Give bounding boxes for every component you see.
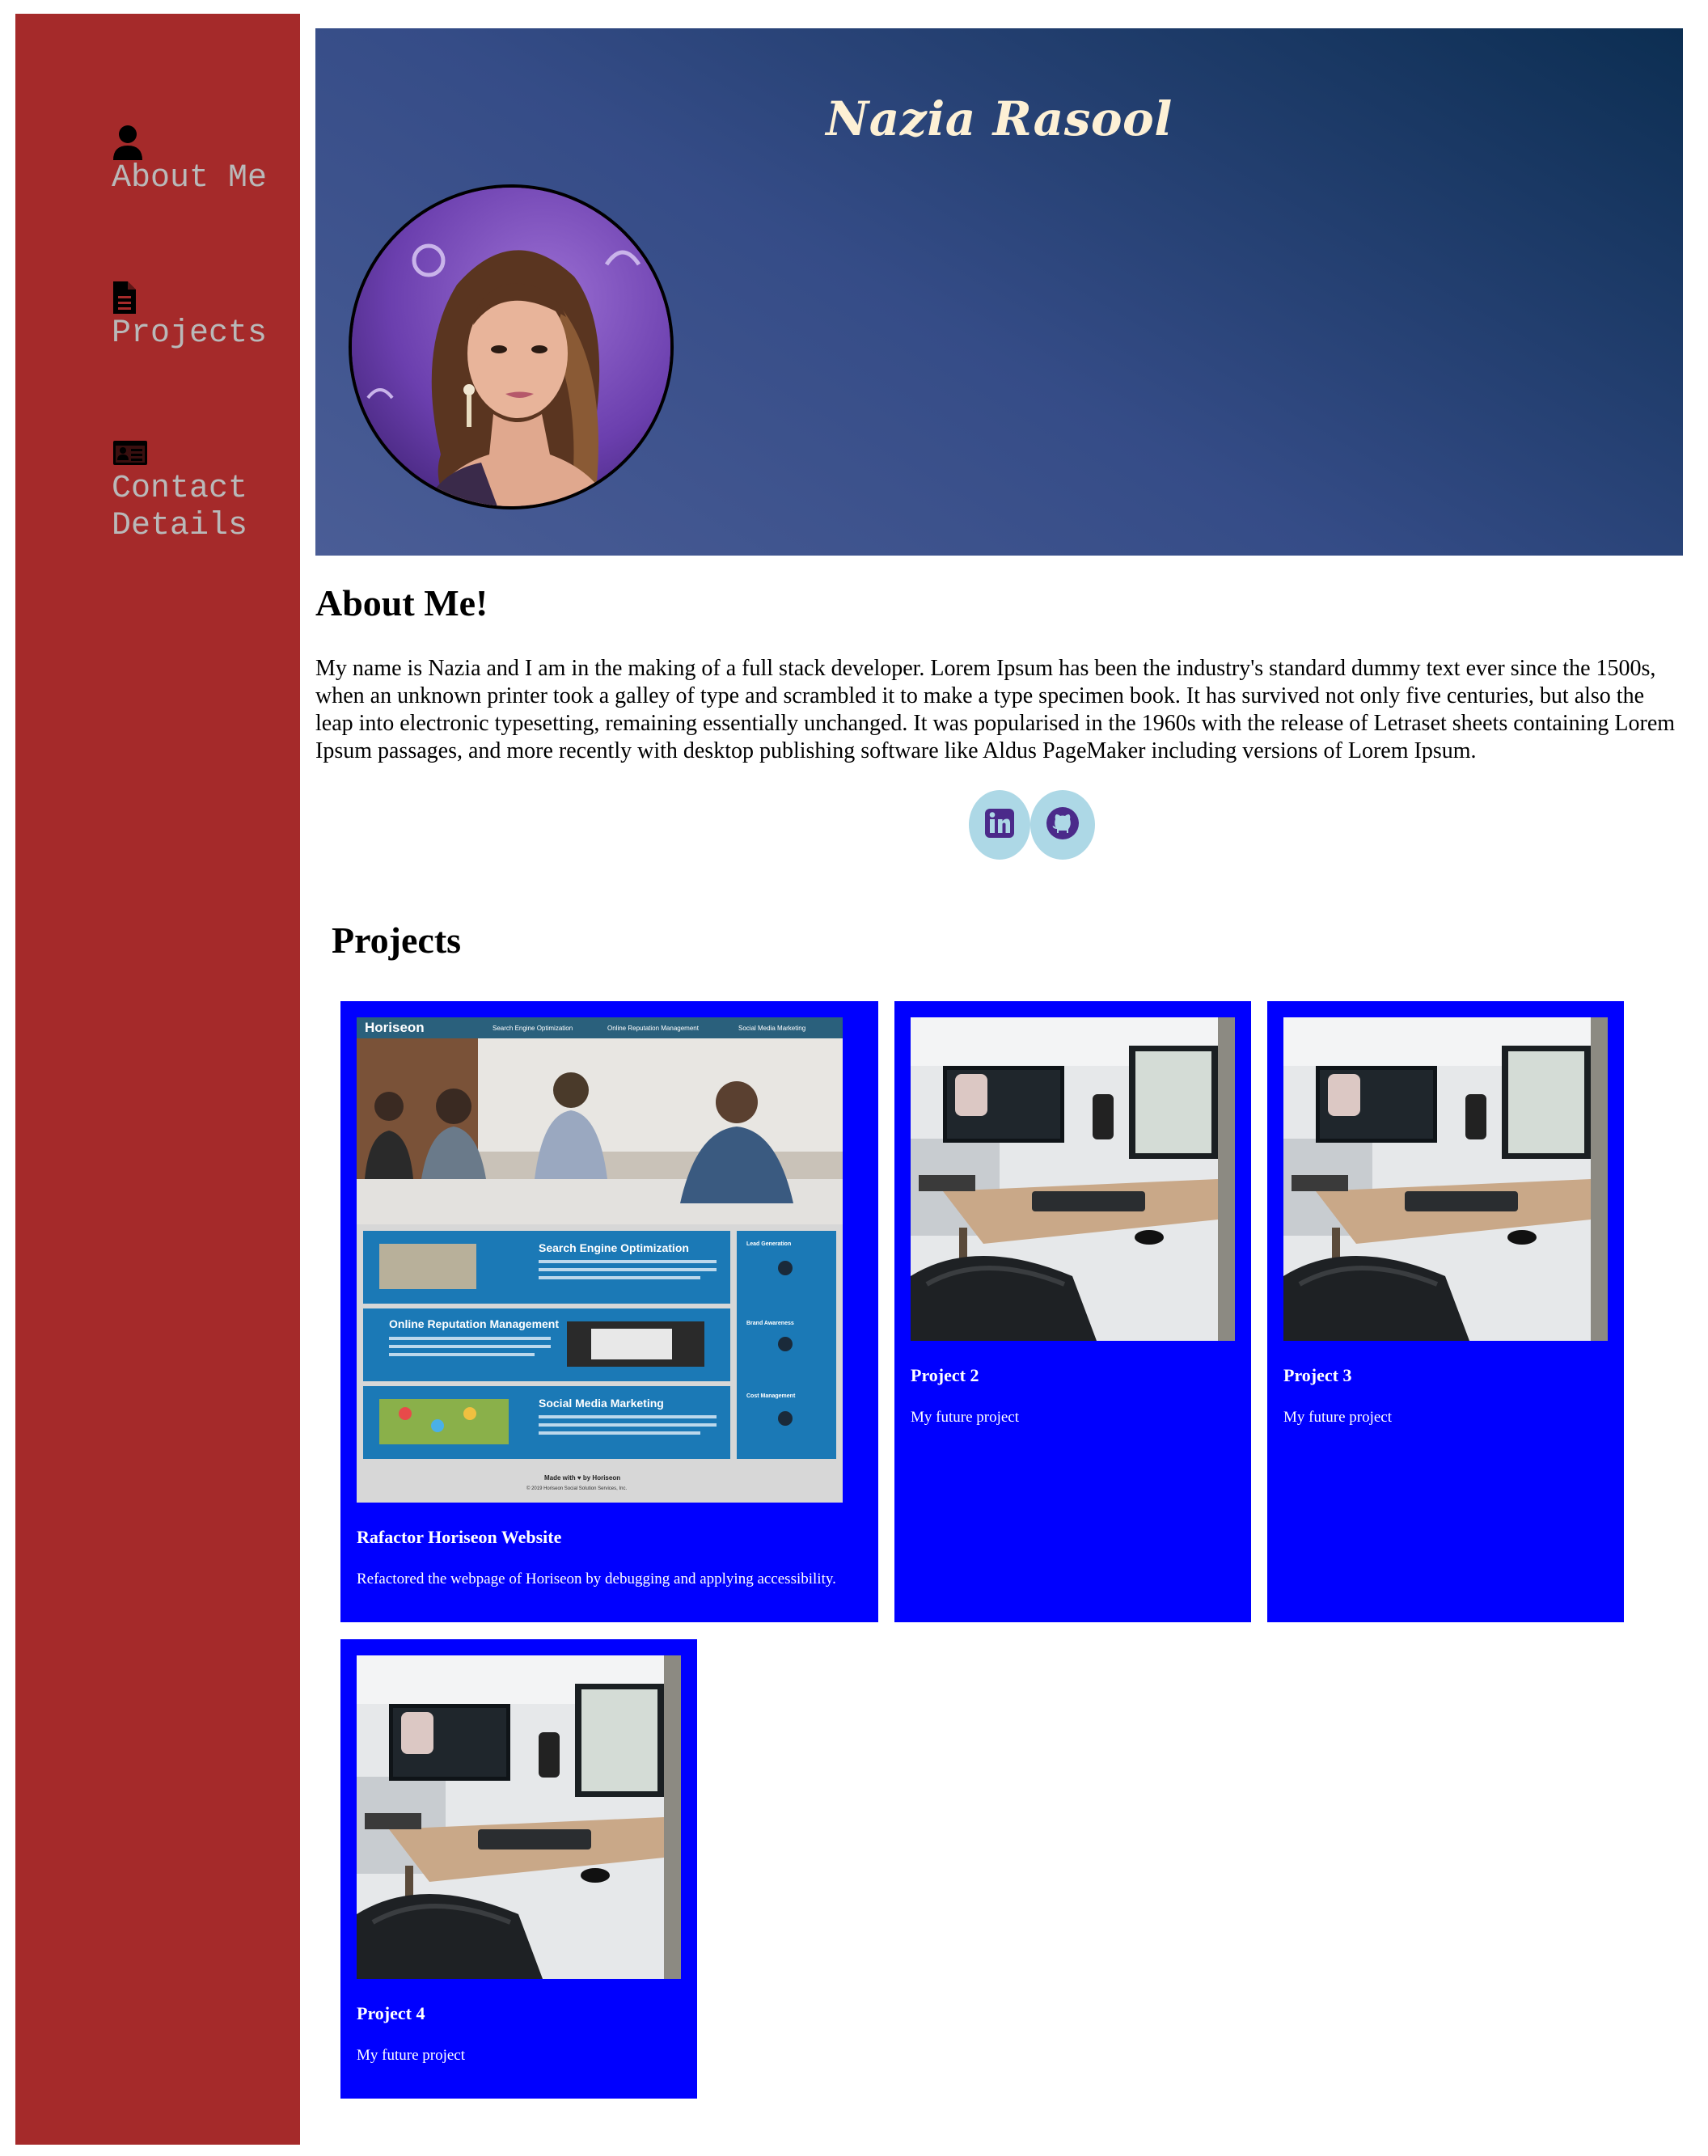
thumb-section-3: Social Media Marketing xyxy=(539,1397,664,1410)
project-screenshot: Horiseon Search Engine Optimization Onli… xyxy=(357,1017,843,1503)
thumb-footer: Made with ♥ by Horiseon xyxy=(544,1474,620,1482)
github-link[interactable] xyxy=(1030,790,1095,860)
profile-photo xyxy=(349,184,674,509)
thumb-aside-2: Brand Awareness xyxy=(746,1321,794,1326)
file-icon xyxy=(112,280,147,315)
project-description: My future project xyxy=(357,2047,466,2064)
thumb-section-1: Search Engine Optimization xyxy=(539,1241,689,1254)
id-card-icon xyxy=(112,435,147,471)
about-paragraph: My name is Nazia and I am in the making … xyxy=(315,656,1676,763)
project-image xyxy=(911,1017,1235,1341)
project-card[interactable]: Horiseon Search Engine Optimization Onli… xyxy=(340,1001,878,1622)
linkedin-icon xyxy=(984,808,1015,843)
projects-heading: Projects xyxy=(332,919,462,961)
header-banner: Nazia Rasool xyxy=(315,28,1683,556)
project-title: Project 3 xyxy=(1283,1365,1352,1385)
github-icon xyxy=(1046,806,1080,844)
thumb-nav-2: Online Reputation Management xyxy=(607,1025,700,1032)
project-card[interactable]: Project 3 My future project xyxy=(1267,1001,1624,1622)
project-description: My future project xyxy=(1283,1409,1393,1426)
sidebar-item-label: Contact Details xyxy=(112,471,248,544)
project-description: Refactored the webpage of Horiseon by de… xyxy=(357,1570,836,1587)
sidebar: About Me Projects Contact Details xyxy=(15,14,300,2145)
project-title: Project 2 xyxy=(911,1365,979,1385)
thumb-aside-3: Cost Management xyxy=(746,1393,796,1399)
project-card[interactable]: Project 4 My future project xyxy=(340,1639,697,2099)
thumb-copyright: © 2019 Horiseon Social Solution Services… xyxy=(526,1486,627,1491)
project-description: My future project xyxy=(911,1409,1020,1426)
project-card[interactable]: Project 2 My future project xyxy=(894,1001,1251,1622)
project-image xyxy=(1283,1017,1608,1341)
linkedin-link[interactable] xyxy=(969,790,1030,860)
project-title: Project 4 xyxy=(357,2003,425,2023)
user-icon xyxy=(112,125,147,160)
project-title: Rafactor Horiseon Website xyxy=(357,1527,562,1547)
sidebar-item-about-me[interactable]: About Me xyxy=(112,125,267,197)
thumb-nav-1: Search Engine Optimization xyxy=(493,1025,573,1032)
sidebar-item-contact-details[interactable]: Contact Details xyxy=(112,435,247,545)
thumb-nav-3: Social Media Marketing xyxy=(738,1025,805,1032)
page-title: Nazia Rasool xyxy=(826,91,1173,146)
horiseon-brand: Horiseon xyxy=(365,1020,425,1035)
sidebar-item-label: Projects xyxy=(112,315,268,352)
thumb-section-2: Online Reputation Management xyxy=(389,1317,559,1330)
sidebar-item-projects[interactable]: Projects xyxy=(112,280,267,353)
project-image xyxy=(357,1655,681,1979)
about-heading: About Me! xyxy=(315,582,488,624)
sidebar-item-label: About Me xyxy=(112,160,268,197)
thumb-aside-1: Lead Generation xyxy=(746,1241,791,1247)
